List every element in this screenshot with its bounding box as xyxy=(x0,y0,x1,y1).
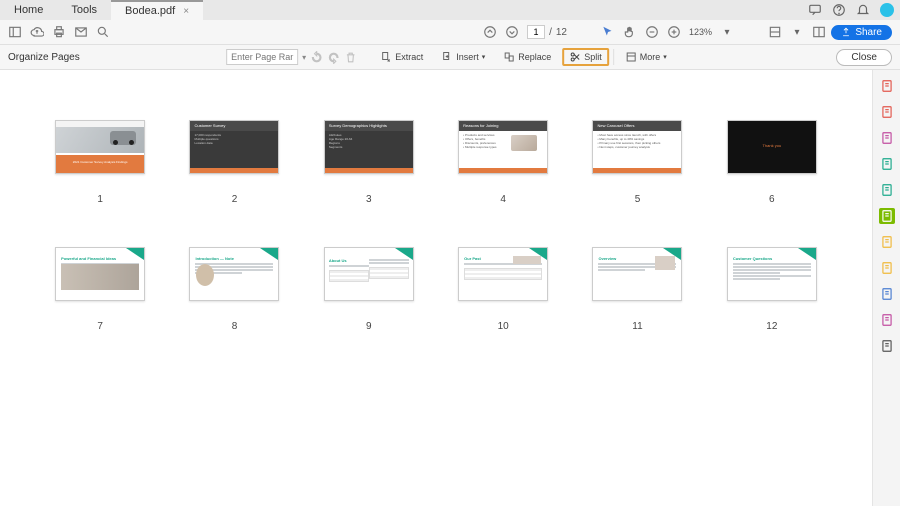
zoom-level[interactable]: 123% xyxy=(689,27,712,37)
avatar[interactable] xyxy=(880,3,894,17)
more-tools-icon[interactable] xyxy=(879,338,895,354)
insert-dropdown-icon: ▾ xyxy=(482,53,486,61)
read-mode-icon[interactable] xyxy=(812,25,826,39)
page-range-input[interactable] xyxy=(226,49,298,65)
rotate-cw-icon[interactable] xyxy=(327,51,340,64)
more-dropdown-icon: ▾ xyxy=(663,53,667,61)
page-number: 2 xyxy=(232,194,238,205)
page-number: 4 xyxy=(500,194,506,205)
tab-tools[interactable]: Tools xyxy=(57,0,111,20)
page-thumb-10[interactable]: Our Past10 xyxy=(453,247,553,332)
page-thumb-11[interactable]: Overview11 xyxy=(587,247,687,332)
zoom-in-icon[interactable] xyxy=(667,25,681,39)
more-label: More xyxy=(640,52,661,62)
range-dropdown-icon[interactable]: ▾ xyxy=(302,53,306,62)
page-thumb-3[interactable]: Survey Demographics HighlightsAttributes… xyxy=(319,120,419,205)
page-down-icon[interactable] xyxy=(505,25,519,39)
fit-width-icon[interactable] xyxy=(768,25,782,39)
page-sep: / xyxy=(549,27,552,38)
page-thumb-8[interactable]: Introduction — Note8 xyxy=(184,247,284,332)
page-number: 5 xyxy=(635,194,641,205)
sidebar-toggle-icon[interactable] xyxy=(8,25,22,39)
current-page-input[interactable] xyxy=(527,25,545,39)
page-number: 7 xyxy=(97,321,103,332)
delete-icon[interactable] xyxy=(344,51,357,64)
replace-label: Replace xyxy=(518,52,551,62)
page-number: 12 xyxy=(766,321,777,332)
bell-icon[interactable] xyxy=(856,3,870,17)
tab-document[interactable]: Bodea.pdf × xyxy=(111,0,203,20)
save-cloud-icon[interactable] xyxy=(30,25,44,39)
tab-home[interactable]: Home xyxy=(0,0,57,20)
chat-icon[interactable] xyxy=(808,3,822,17)
close-button[interactable]: Close xyxy=(836,49,892,66)
page-number: 3 xyxy=(366,194,372,205)
page-number: 9 xyxy=(366,321,372,332)
page-thumb-6[interactable]: Thank you6 xyxy=(722,120,822,205)
organize-toolbar: Organize Pages ▾ Extract Insert ▾ Replac… xyxy=(0,45,900,70)
page-number: 8 xyxy=(232,321,238,332)
help-icon[interactable] xyxy=(832,3,846,17)
search-icon[interactable] xyxy=(96,25,110,39)
rotate-ccw-icon[interactable] xyxy=(310,51,323,64)
total-pages: 12 xyxy=(556,27,567,38)
select-tool-icon[interactable] xyxy=(601,25,615,39)
page-number: 1 xyxy=(97,194,103,205)
email-icon[interactable] xyxy=(74,25,88,39)
insert-button[interactable]: Insert ▾ xyxy=(434,48,492,66)
extract-button[interactable]: Extract xyxy=(373,48,430,66)
page-thumb-7[interactable]: Powerful and Financial Ideas7 xyxy=(50,247,150,332)
thumbnail-area: 2021 Customer Survey Analysis Findings1 C… xyxy=(0,70,872,506)
organize-title: Organize Pages xyxy=(8,52,80,63)
page-number: 11 xyxy=(632,321,642,332)
export-pdf-icon[interactable] xyxy=(879,78,895,94)
page-number: 10 xyxy=(498,321,509,332)
share-label: Share xyxy=(855,27,882,38)
shield-icon[interactable] xyxy=(879,286,895,302)
close-tab-icon[interactable]: × xyxy=(183,6,189,17)
fill-sign-icon[interactable] xyxy=(879,312,895,328)
print-icon[interactable] xyxy=(52,25,66,39)
page-thumb-9[interactable]: About Us9 xyxy=(319,247,419,332)
page-thumb-12[interactable]: Customer Questions12 xyxy=(722,247,822,332)
app-tab-bar: Home Tools Bodea.pdf × xyxy=(0,0,900,20)
page-thumb-5[interactable]: New Carousel Offers• Most have access si… xyxy=(587,120,687,205)
page-number: 6 xyxy=(769,194,775,205)
tools-sidebar xyxy=(872,70,900,506)
share-button[interactable]: Share xyxy=(831,25,892,40)
page-thumb-4[interactable]: Reasons for Joining• Products and servic… xyxy=(453,120,553,205)
combine-icon[interactable] xyxy=(879,182,895,198)
redact-icon[interactable] xyxy=(879,234,895,250)
page-up-icon[interactable] xyxy=(483,25,497,39)
comment-icon[interactable] xyxy=(879,156,895,172)
hand-tool-icon[interactable] xyxy=(623,25,637,39)
replace-button[interactable]: Replace xyxy=(496,48,558,66)
page-thumb-1[interactable]: 2021 Customer Survey Analysis Findings1 xyxy=(50,120,150,205)
zoom-out-icon[interactable] xyxy=(645,25,659,39)
split-label: Split xyxy=(584,52,602,62)
organize-icon[interactable] xyxy=(879,208,895,224)
more-button[interactable]: More ▾ xyxy=(618,48,674,66)
page-indicator: / 12 xyxy=(527,25,567,39)
document-filename: Bodea.pdf xyxy=(125,5,175,17)
insert-label: Insert xyxy=(456,52,479,62)
create-pdf-icon[interactable] xyxy=(879,130,895,146)
page-thumb-2[interactable]: Customer Survey17,000 respondentsMultipl… xyxy=(184,120,284,205)
protect-icon[interactable] xyxy=(879,260,895,276)
split-button[interactable]: Split xyxy=(562,48,609,66)
extract-label: Extract xyxy=(395,52,423,62)
zoom-dropdown-icon[interactable]: ▾ xyxy=(720,25,734,39)
edit-pdf-icon[interactable] xyxy=(879,104,895,120)
fit-dropdown-icon[interactable]: ▾ xyxy=(790,25,804,39)
main-toolbar: / 12 123% ▾ ▾ Share xyxy=(0,20,900,45)
